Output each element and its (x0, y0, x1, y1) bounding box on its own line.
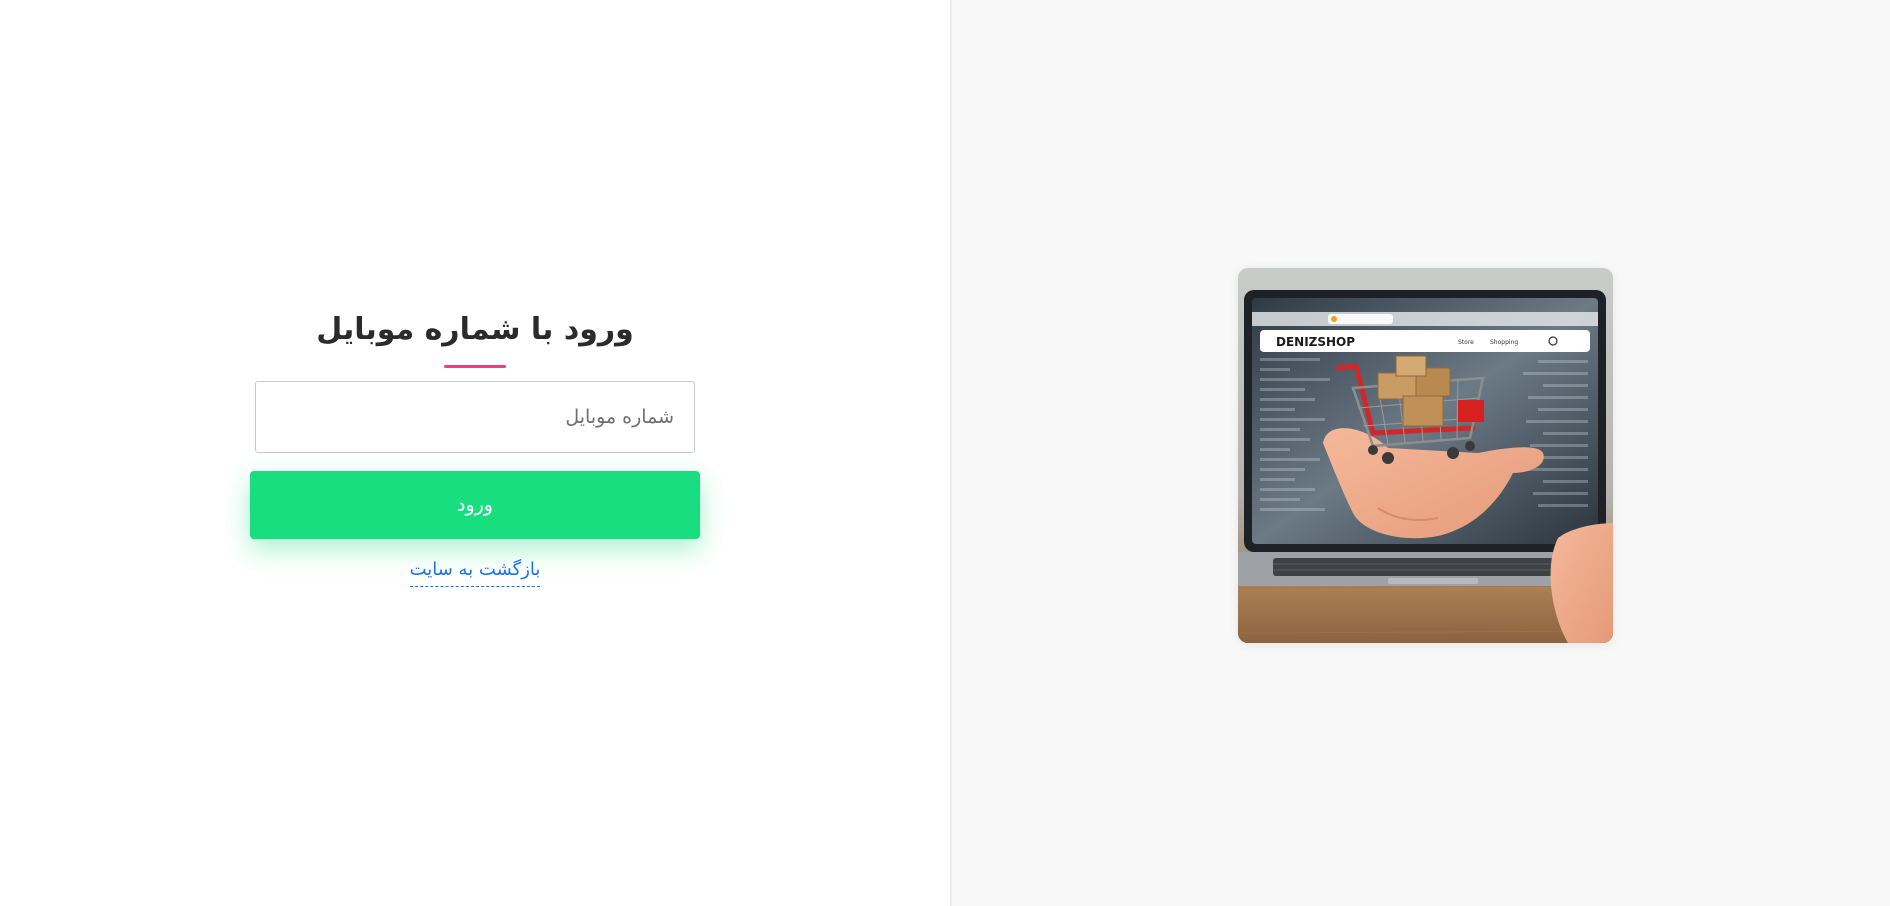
hero-image: DENIZSHOP Store Shopping (1238, 268, 1613, 643)
login-panel: ورود با شماره موبایل ورود بازگشت به سایت (0, 0, 950, 906)
login-title: ورود با شماره موبایل (316, 312, 634, 347)
back-to-site-link[interactable]: بازگشت به سایت (409, 559, 541, 587)
login-form: ورود با شماره موبایل ورود بازگشت به سایت (250, 305, 700, 587)
typing-hand-illustration (1550, 523, 1613, 643)
mobile-number-input[interactable] (255, 381, 695, 453)
title-underline (444, 365, 506, 368)
nav-item-store: Store (1458, 339, 1474, 346)
brand-text: DENIZSHOP (1276, 335, 1355, 349)
login-page: ورود با شماره موبایل ورود بازگشت به سایت (0, 0, 1890, 906)
image-panel: DENIZSHOP Store Shopping (952, 0, 1890, 906)
login-button[interactable]: ورود (250, 471, 700, 539)
laptop-shopping-cart-illustration: DENIZSHOP Store Shopping (1238, 268, 1613, 643)
nav-item-shopping: Shopping (1490, 339, 1518, 346)
